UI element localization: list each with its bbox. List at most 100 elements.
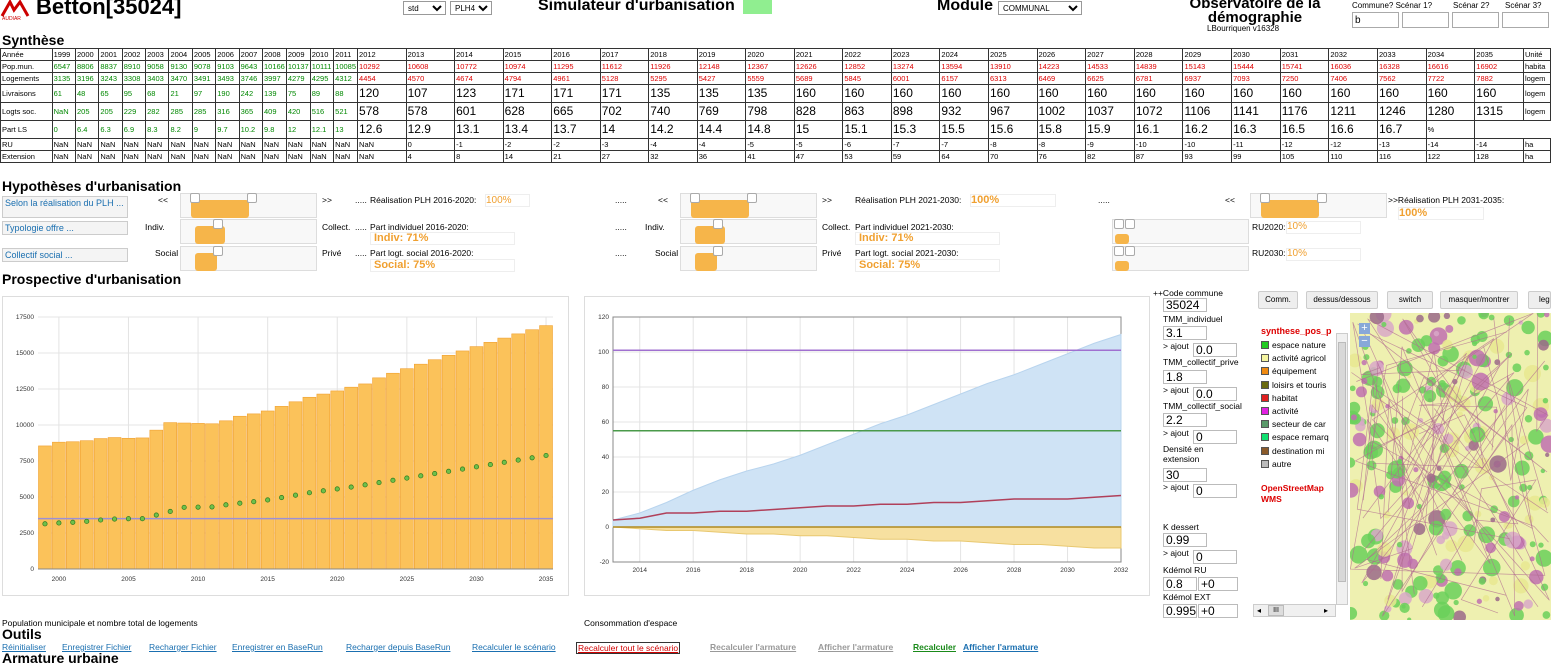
scroll-right-arrow[interactable]: ▸ [1324, 606, 1328, 615]
table-cell[interactable]: 205 [98, 102, 123, 121]
slider-handle[interactable] [747, 193, 757, 203]
scroll-left-arrow[interactable]: ◂ [1257, 606, 1261, 615]
table-cell[interactable]: 5128 [599, 72, 650, 85]
table-cell[interactable]: 160 [1425, 84, 1476, 103]
table-cell[interactable]: 798 [745, 102, 795, 121]
table-cell[interactable]: 4961 [551, 72, 601, 85]
table-cell[interactable]: 15 [793, 120, 844, 139]
slider-handle[interactable] [1317, 193, 1327, 203]
table-cell[interactable]: 11612 [599, 60, 650, 73]
table-cell[interactable]: 8910 [121, 60, 147, 73]
table-cell[interactable]: 160 [1182, 84, 1233, 103]
table-cell[interactable]: 7562 [1376, 72, 1427, 85]
table-cell[interactable]: 16.6 [1328, 120, 1378, 139]
table-cell[interactable]: 1246 [1376, 102, 1427, 121]
slider-handle[interactable] [1125, 219, 1135, 229]
table-cell[interactable]: 15444 [1231, 60, 1281, 73]
map-switch-button[interactable]: switch [1387, 291, 1433, 309]
table-cell[interactable]: 120 [357, 84, 407, 103]
table-cell[interactable]: 15.8 [1036, 120, 1087, 139]
arrow-left-1[interactable]: << [158, 195, 168, 205]
table-cell[interactable]: 3196 [74, 72, 100, 85]
table-cell[interactable]: NaN [121, 150, 147, 163]
table-cell[interactable]: 82 [1085, 150, 1135, 163]
table-cell[interactable]: 1211 [1328, 102, 1378, 121]
table-cell[interactable]: 578 [405, 102, 456, 121]
table-cell[interactable]: -1 [454, 138, 504, 151]
tmm-individuel-input[interactable]: 3.1 [1163, 326, 1207, 340]
table-cell[interactable]: NaN [309, 138, 335, 151]
table-cell[interactable]: 3403 [145, 72, 170, 85]
scenario-1-input[interactable] [1352, 12, 1399, 28]
table-cell[interactable]: -4 [696, 138, 747, 151]
table-cell[interactable]: NaN [238, 138, 263, 151]
table-cell[interactable]: 64 [939, 150, 989, 163]
table-cell[interactable]: 16.1 [1133, 120, 1184, 139]
table-cell[interactable]: -9 [1085, 138, 1135, 151]
table-cell[interactable]: 128 [1474, 150, 1524, 163]
ru2030-slider[interactable] [1112, 246, 1249, 271]
table-cell[interactable]: 6157 [939, 72, 989, 85]
tool-link[interactable]: Afficher l'armature [818, 642, 893, 652]
table-cell[interactable]: 15741 [1279, 60, 1330, 73]
table-cell[interactable]: 4312 [333, 72, 359, 85]
slider-handle[interactable] [213, 246, 223, 256]
table-cell[interactable]: 769 [696, 102, 747, 121]
map-view[interactable] [1350, 313, 1551, 620]
map-legend-item[interactable]: autre [1261, 459, 1291, 469]
table-cell[interactable]: 32 [648, 150, 698, 163]
table-cell[interactable]: 15.6 [987, 120, 1038, 139]
table-cell[interactable]: 10772 [454, 60, 504, 73]
table-cell[interactable]: 282 [145, 102, 170, 121]
table-cell[interactable]: 13.1 [454, 120, 504, 139]
map-masquer-montrer-button[interactable]: masquer/montrer [1440, 291, 1518, 309]
table-cell[interactable]: 16036 [1328, 60, 1378, 73]
table-cell[interactable]: 3746 [238, 72, 263, 85]
table-cell[interactable]: 15.9 [1085, 120, 1135, 139]
table-cell[interactable]: 15.5 [939, 120, 989, 139]
table-cell[interactable]: NaN [333, 138, 359, 151]
table-cell[interactable]: 9643 [238, 60, 263, 73]
table-cell[interactable]: 7406 [1328, 72, 1378, 85]
table-cell[interactable]: 16.5 [1279, 120, 1330, 139]
scenario-3-input[interactable] [1452, 12, 1499, 28]
table-cell[interactable]: 0 [405, 138, 456, 151]
table-cell[interactable]: 160 [1376, 84, 1427, 103]
map-zoom-in-button[interactable]: + [1359, 323, 1370, 334]
table-cell[interactable]: 160 [987, 84, 1038, 103]
map-dessus-dessous-button[interactable]: dessus/dessous [1306, 291, 1378, 309]
table-cell[interactable]: 160 [1474, 84, 1524, 103]
typologie-offre-button[interactable]: Typologie offre ... [2, 221, 128, 235]
table-cell[interactable]: 16328 [1376, 60, 1427, 73]
table-cell[interactable]: NaN [285, 138, 311, 151]
table-cell[interactable]: NaN [357, 138, 407, 151]
table-cell[interactable]: 160 [1133, 84, 1184, 103]
table-cell[interactable]: 3491 [191, 72, 217, 85]
table-cell[interactable]: 14839 [1133, 60, 1184, 73]
tmm-collectif-social-input[interactable]: 2.2 [1163, 413, 1207, 427]
table-cell[interactable]: 9130 [168, 60, 193, 73]
table-cell[interactable]: NaN [168, 150, 193, 163]
table-cell[interactable]: 160 [890, 84, 941, 103]
table-cell[interactable]: 16902 [1474, 60, 1524, 73]
table-cell[interactable]: 135 [696, 84, 747, 103]
table-cell[interactable]: 21 [551, 150, 601, 163]
table-cell[interactable]: 14223 [1036, 60, 1087, 73]
table-cell[interactable]: 6313 [987, 72, 1038, 85]
table-cell[interactable]: 160 [1279, 84, 1330, 103]
table-cell[interactable]: 88 [333, 84, 359, 103]
table-cell[interactable]: 13274 [890, 60, 941, 73]
table-cell[interactable]: 967 [987, 102, 1038, 121]
table-cell[interactable]: 3470 [168, 72, 193, 85]
table-cell[interactable]: 516 [309, 102, 335, 121]
tool-link[interactable]: Recalculer l'armature [710, 642, 796, 652]
tool-link[interactable]: Recalculer tout le scénario [576, 642, 681, 654]
table-cell[interactable]: 14.4 [696, 120, 747, 139]
table-cell[interactable]: 27 [599, 150, 650, 163]
table-cell[interactable]: 10085 [333, 60, 359, 73]
table-cell[interactable]: 8837 [98, 60, 123, 73]
map-legend-item[interactable]: destination mi [1261, 446, 1324, 456]
table-cell[interactable]: 47 [793, 150, 844, 163]
table-cell[interactable]: NaN [51, 138, 76, 151]
table-cell[interactable]: 9 [191, 120, 217, 139]
